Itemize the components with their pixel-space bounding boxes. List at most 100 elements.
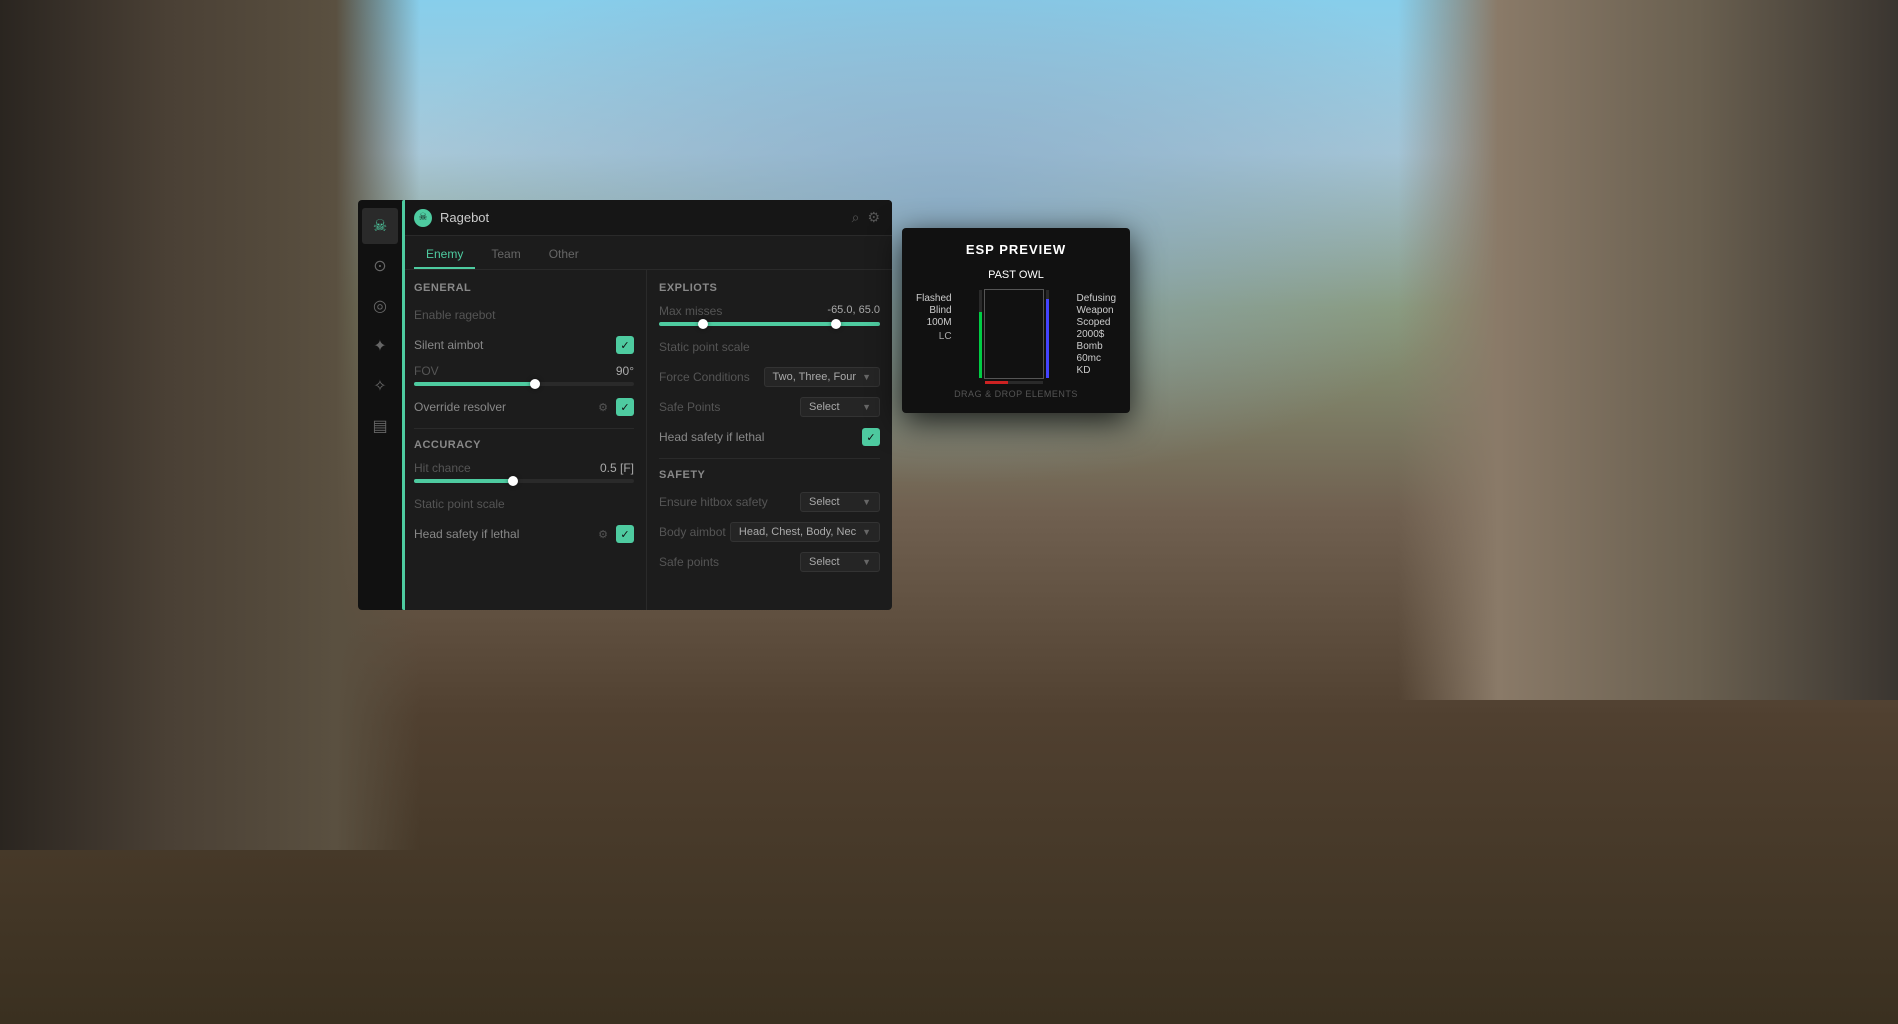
safe-points-label: Safe Points xyxy=(659,400,720,414)
head-safety-label: Head safety if lethal xyxy=(414,527,519,541)
settings-icon[interactable]: ⚙ xyxy=(867,209,880,226)
esp-label-kd: KD xyxy=(1077,365,1116,376)
building-right xyxy=(1398,0,1898,700)
esp-left-labels: Flashed Blind 100M LC xyxy=(916,289,952,342)
sidebar-item-settings[interactable]: ✦ xyxy=(362,328,398,364)
safe-points-2-label: Safe points xyxy=(659,555,719,569)
hit-chance-value: 0.5 [F] xyxy=(600,461,634,475)
enable-ragebot-label: Enable ragebot xyxy=(414,308,495,322)
esp-preview-panel: ESP PREVIEW PAST OWL Flashed Blind 100M … xyxy=(902,228,1130,413)
silent-aimbot-label: Silent aimbot xyxy=(414,338,483,352)
active-indicator xyxy=(402,200,405,610)
override-resolver-gear-icon[interactable]: ⚙ xyxy=(598,401,608,414)
search-icon[interactable]: ⌕ xyxy=(852,209,860,226)
silent-aimbot-row: Silent aimbot ✓ xyxy=(414,334,634,356)
safe-points-2-dropdown[interactable]: Select ▼ xyxy=(800,552,880,572)
esp-label-money: 2000$ xyxy=(1077,329,1116,340)
sidebar-item-folder[interactable]: ▤ xyxy=(362,408,398,444)
esp-label-ammo: 60mc xyxy=(1077,353,1116,364)
override-resolver-label: Override resolver xyxy=(414,400,506,414)
fov-slider-container: FOV 90° xyxy=(414,364,634,386)
hit-chance-header: Hit chance 0.5 [F] xyxy=(414,461,634,475)
esp-content: Flashed Blind 100M LC xyxy=(916,289,1116,379)
ensure-hitbox-dropdown[interactable]: Select ▼ xyxy=(800,492,880,512)
head-safety-right-checkbox[interactable]: ✓ xyxy=(862,428,880,446)
hit-chance-fill xyxy=(414,479,513,483)
exploits-static-point-label: Static point scale xyxy=(659,340,750,354)
sidebar-item-config[interactable]: ✧ xyxy=(362,368,398,404)
tab-enemy[interactable]: Enemy xyxy=(414,241,475,269)
override-resolver-checkbox[interactable]: ✓ xyxy=(616,398,634,416)
force-conditions-label: Force Conditions xyxy=(659,370,750,384)
max-misses-header: Max misses -65.0, 65.0 xyxy=(659,304,880,318)
esp-armor-bar xyxy=(1046,290,1049,378)
app-icon: ☠ xyxy=(414,209,432,227)
static-point-row: Static point scale xyxy=(414,493,634,515)
esp-health-fill xyxy=(979,312,982,378)
main-content: GENERAL Enable ragebot Silent aimbot ✓ F… xyxy=(402,270,892,610)
max-misses-thumb-left[interactable] xyxy=(698,319,708,329)
section-safety-header: SAFETY xyxy=(659,469,880,481)
safe-points-chevron: ▼ xyxy=(862,402,871,412)
divider-2 xyxy=(659,458,880,459)
safe-points-dropdown[interactable]: Select ▼ xyxy=(800,397,880,417)
esp-ammo-bar xyxy=(985,381,1043,384)
max-misses-container: Max misses -65.0, 65.0 xyxy=(659,304,880,326)
head-safety-gear-icon[interactable]: ⚙ xyxy=(598,528,608,541)
body-aimbot-row: Body aimbot Head, Chest, Body, Nec ▼ xyxy=(659,521,880,543)
tabs: Enemy Team Other xyxy=(402,236,892,270)
hit-chance-slider-container: Hit chance 0.5 [F] xyxy=(414,461,634,483)
max-misses-thumb-right[interactable] xyxy=(831,319,841,329)
head-safety-checkbox[interactable]: ✓ xyxy=(616,525,634,543)
section-exploits-header: EXPLIOTS xyxy=(659,282,880,294)
enable-ragebot-row: Enable ragebot xyxy=(414,304,634,326)
safe-points-2-value: Select xyxy=(809,556,840,568)
esp-label-flashed: Flashed xyxy=(916,293,952,304)
sidebar-item-gun[interactable]: ⊙ xyxy=(362,248,398,284)
esp-title: ESP PREVIEW xyxy=(916,242,1116,257)
left-column: GENERAL Enable ragebot Silent aimbot ✓ F… xyxy=(402,270,647,610)
section-accuracy-header: ACCURACY xyxy=(414,439,634,451)
esp-drag-label: DRAG & DROP ELEMENTS xyxy=(916,389,1116,399)
head-safety-row: Head safety if lethal ⚙ ✓ xyxy=(414,523,634,545)
fov-thumb[interactable] xyxy=(530,379,540,389)
tab-team[interactable]: Team xyxy=(479,241,532,269)
fov-track[interactable] xyxy=(414,382,634,386)
body-aimbot-value: Head, Chest, Body, Nec xyxy=(739,526,856,538)
force-conditions-value: Two, Three, Four xyxy=(773,371,857,383)
fov-slider-header: FOV 90° xyxy=(414,364,634,378)
hit-chance-track[interactable] xyxy=(414,479,634,483)
esp-box[interactable] xyxy=(984,289,1044,379)
right-column: EXPLIOTS Max misses -65.0, 65.0 Static p… xyxy=(647,270,892,610)
sidebar-item-skull[interactable]: ☠ xyxy=(362,208,398,244)
esp-ammo-fill xyxy=(985,381,1008,384)
esp-label-100m: 100M xyxy=(916,317,952,328)
sidebar: ☠ ⊙ ◎ ✦ ✧ ▤ xyxy=(358,200,402,610)
ensure-hitbox-row: Ensure hitbox safety Select ▼ xyxy=(659,491,880,513)
app-title: Ragebot xyxy=(440,210,852,225)
esp-armor-fill xyxy=(1046,299,1049,378)
esp-label-defusing: Defusing xyxy=(1077,293,1116,304)
tab-other[interactable]: Other xyxy=(537,241,591,269)
hit-chance-thumb[interactable] xyxy=(508,476,518,486)
safe-points-2-chevron: ▼ xyxy=(862,557,871,567)
body-aimbot-dropdown[interactable]: Head, Chest, Body, Nec ▼ xyxy=(730,522,880,542)
max-misses-fill xyxy=(659,322,880,326)
fov-value: 90° xyxy=(616,364,634,378)
override-resolver-row: Override resolver ⚙ ✓ xyxy=(414,396,634,418)
sidebar-item-eye[interactable]: ◎ xyxy=(362,288,398,324)
safe-points-value: Select xyxy=(809,401,840,413)
ensure-hitbox-value: Select xyxy=(809,496,840,508)
force-conditions-dropdown[interactable]: Two, Three, Four ▼ xyxy=(764,367,880,387)
max-misses-value: -65.0, 65.0 xyxy=(827,304,880,318)
esp-box-area xyxy=(958,289,1071,379)
max-misses-track[interactable] xyxy=(659,322,880,326)
safe-points-row: Safe Points Select ▼ xyxy=(659,396,880,418)
ensure-hitbox-chevron: ▼ xyxy=(862,497,871,507)
silent-aimbot-checkbox[interactable]: ✓ xyxy=(616,336,634,354)
esp-label-scoped: Scoped xyxy=(1077,317,1116,328)
divider-1 xyxy=(414,428,634,429)
body-aimbot-label: Body aimbot xyxy=(659,525,726,539)
esp-label-lc: LC xyxy=(916,331,952,342)
fov-fill xyxy=(414,382,535,386)
